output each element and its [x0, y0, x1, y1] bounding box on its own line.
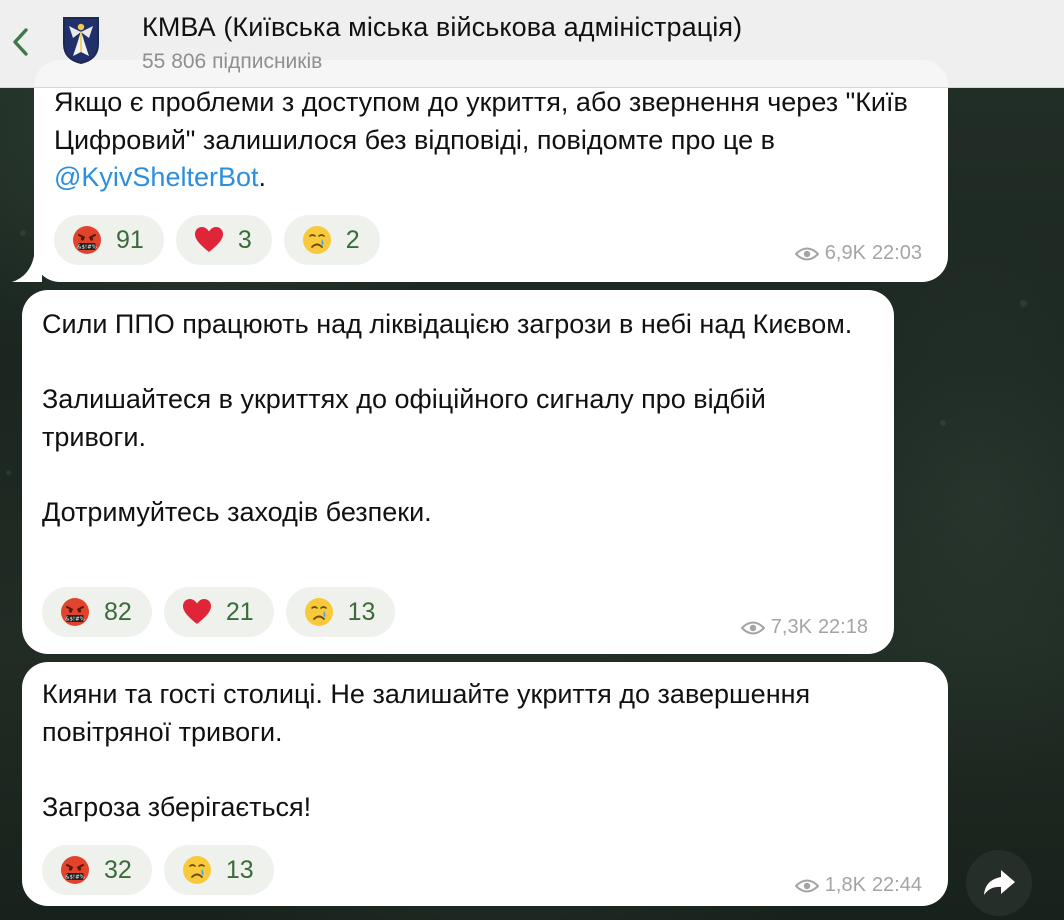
- reaction-angry[interactable]: &$!#% 91: [54, 215, 164, 265]
- background-speck: [1020, 300, 1027, 307]
- reaction-count: 32: [104, 855, 132, 884]
- kyiv-coat-of-arms-icon: [63, 17, 99, 64]
- message-paragraph: Сили ППО працюють над ліквідацією загроз…: [42, 309, 853, 339]
- bubble-tail: [12, 256, 42, 282]
- view-count: 1,8K: [824, 874, 866, 896]
- message-text-segment: Якщо є проблеми з доступом до укриття, а…: [54, 87, 908, 155]
- view-count: 7,3K: [770, 616, 812, 638]
- eye-icon: [794, 247, 819, 260]
- message-time: 22:44: [871, 874, 922, 896]
- message-text: Кияни та гості столиці. Не залишайте укр…: [42, 676, 928, 826]
- forward-button[interactable]: [966, 850, 1032, 916]
- message-time: 22:18: [817, 616, 868, 638]
- reaction-heart[interactable]: 21: [163, 587, 274, 637]
- channel-avatar[interactable]: [56, 12, 106, 68]
- red-heart-icon: [194, 227, 223, 252]
- bot-mention-link[interactable]: @KyivShelterBot: [54, 162, 259, 192]
- background-speck: [6, 470, 11, 475]
- reaction-heart[interactable]: 3: [175, 215, 272, 265]
- angry-swearing-face-icon: &$!#%: [73, 226, 101, 254]
- reactions-bar: &$!#% 32 13: [42, 845, 274, 895]
- crying-face-icon: [302, 226, 331, 254]
- eye-icon: [794, 879, 819, 892]
- message-meta: 6,9K 22:03: [794, 242, 922, 265]
- reaction-crying[interactable]: 2: [283, 215, 380, 265]
- red-heart-icon: [182, 599, 211, 624]
- channel-title[interactable]: КМВА (Київська міська військова адмініст…: [142, 12, 742, 43]
- message-text: Якщо є проблеми з доступом до укриття, а…: [54, 84, 928, 197]
- background-speck: [20, 230, 26, 236]
- back-button[interactable]: [0, 14, 40, 70]
- eye-icon: [740, 621, 765, 634]
- message-paragraph: Дотримуйтесь заходів безпеки.: [42, 496, 432, 527]
- svg-text:&$!#%: &$!#%: [65, 875, 84, 881]
- message-bubble[interactable]: Кияни та гості столиці. Не залишайте укр…: [22, 662, 948, 906]
- message-text-segment: .: [258, 162, 267, 192]
- angry-swearing-face-icon: &$!#%: [61, 856, 89, 884]
- message-time: 22:03: [871, 242, 922, 264]
- svg-text:&$!#%: &$!#%: [77, 245, 96, 251]
- reaction-crying[interactable]: 13: [285, 587, 396, 637]
- svg-text:&$!#%: &$!#%: [65, 617, 84, 623]
- reaction-count: 3: [237, 225, 252, 254]
- reaction-count: 21: [225, 597, 254, 626]
- chevron-left-icon: [13, 28, 28, 56]
- subscriber-count: 55 806 підписників: [142, 50, 323, 73]
- message-paragraph: Загроза зберігається!: [42, 791, 312, 822]
- reactions-bar: &$!#% 82 21 13: [42, 587, 396, 637]
- message-meta: 7,3K 22:18: [740, 616, 868, 639]
- background-speck: [940, 420, 946, 426]
- reaction-count: 13: [347, 597, 376, 626]
- message-bubble[interactable]: Якщо є проблеми з доступом до укриття, а…: [12, 60, 948, 282]
- reactions-bar: &$!#% 91 3 2: [54, 215, 380, 265]
- reaction-angry[interactable]: &$!#% 82: [42, 587, 152, 637]
- crying-face-icon: [304, 598, 333, 626]
- forward-arrow-icon: [984, 870, 1015, 895]
- reaction-count: 82: [104, 597, 132, 626]
- reaction-crying[interactable]: 13: [163, 845, 274, 895]
- message-bubble[interactable]: Сили ППО працюють над ліквідацією загроз…: [22, 290, 894, 654]
- chat-header: КМВА (Київська міська військова адмініст…: [0, 0, 1064, 88]
- message-meta: 1,8K 22:44: [794, 874, 922, 897]
- message-paragraph: Кияни та гості столиці. Не залишайте укр…: [42, 679, 811, 747]
- view-count: 6,9K: [824, 242, 866, 264]
- reaction-angry[interactable]: &$!#% 32: [42, 845, 152, 895]
- reaction-count: 13: [225, 855, 254, 884]
- angry-swearing-face-icon: &$!#%: [61, 598, 89, 626]
- message-text: Сили ППО працюють над ліквідацією загроз…: [42, 306, 874, 531]
- reaction-count: 91: [116, 225, 144, 254]
- crying-face-icon: [182, 856, 211, 884]
- message-paragraph: Залишайтеся в укриттях до офіційного сиг…: [42, 384, 766, 452]
- reaction-count: 2: [345, 225, 360, 254]
